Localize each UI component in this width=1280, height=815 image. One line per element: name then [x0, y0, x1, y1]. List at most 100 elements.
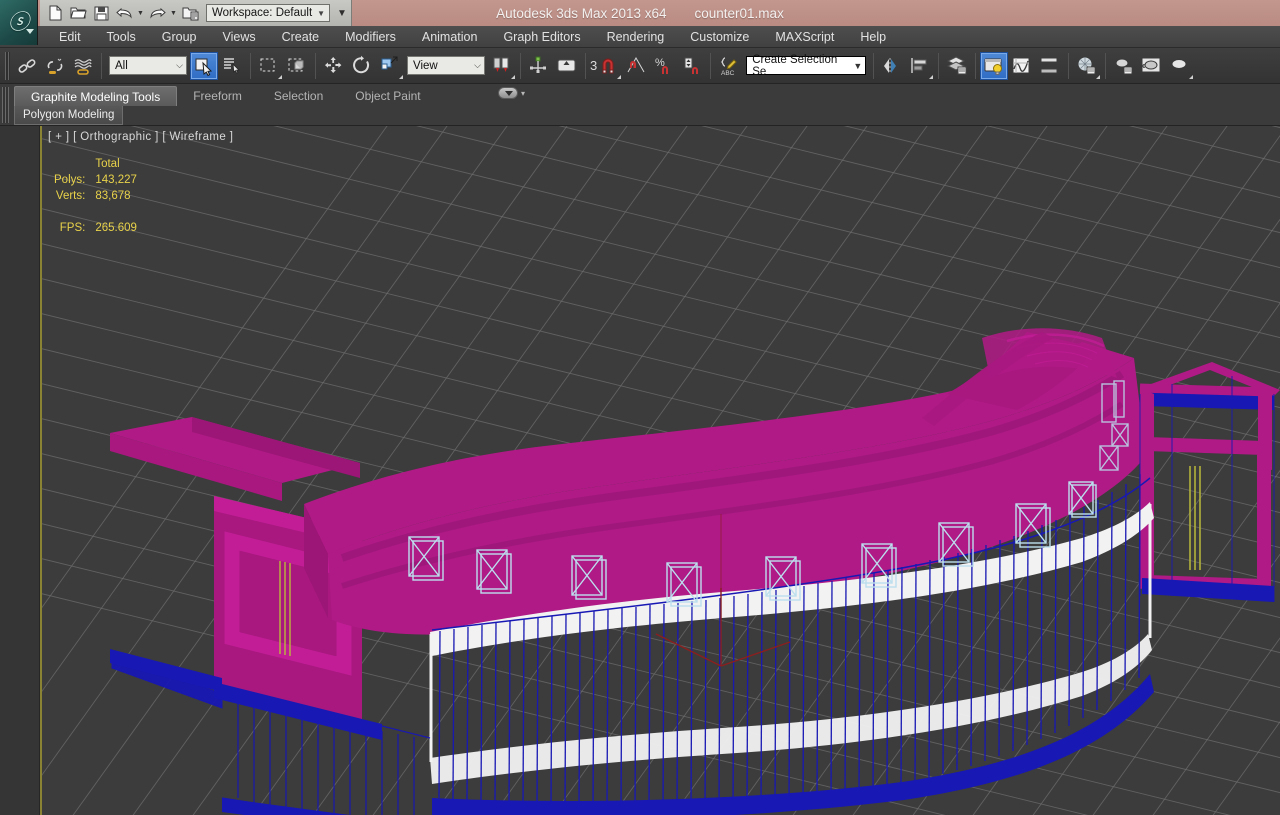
undo-history-dropdown[interactable]: ▼ [136, 2, 145, 24]
redo-button[interactable] [146, 2, 168, 24]
viewport-orthographic[interactable]: [ + ] [ Orthographic ] [ Wireframe ] Tot… [40, 126, 1280, 815]
selection-filter-dropdown[interactable]: All ⌵ [109, 56, 187, 75]
tab-selection[interactable]: Selection [258, 86, 339, 106]
viewport-label[interactable]: [ + ] [ Orthographic ] [ Wireframe ] [48, 131, 233, 143]
ribbon-panel-polygon-modeling[interactable]: Polygon Modeling [14, 106, 123, 125]
workspace-more-button[interactable]: ▼ [337, 8, 347, 19]
menu-item-animation[interactable]: Animation [409, 28, 491, 46]
keyboard-shortcut-override-toggle[interactable] [553, 52, 581, 80]
toolbar-separator [101, 53, 102, 79]
application-title: Autodesk 3ds Max 2013 x64 [496, 6, 666, 21]
named-selection-set-dropdown[interactable]: Create Selection Se ▼ [746, 56, 866, 75]
selection-filter-value: All [115, 60, 128, 72]
select-by-name-button[interactable] [218, 52, 246, 80]
chevron-down-icon [26, 29, 34, 34]
select-and-scale-button[interactable] [376, 52, 404, 80]
set-project-folder-button[interactable] [179, 2, 201, 24]
flyout-corner-icon [511, 75, 515, 79]
layer-manager-button[interactable] [943, 52, 971, 80]
menu-item-create[interactable]: Create [269, 28, 333, 46]
left-command-gutter [0, 126, 40, 815]
redo-history-dropdown[interactable]: ▼ [169, 2, 178, 24]
new-file-button[interactable] [44, 2, 66, 24]
stats-header-total: Total [93, 156, 139, 172]
menu-item-rendering[interactable]: Rendering [594, 28, 678, 46]
select-and-link-button[interactable] [13, 52, 41, 80]
flyout-corner-icon [617, 75, 621, 79]
menu-item-edit[interactable]: Edit [46, 28, 94, 46]
ribbon-tab-strip: Graphite Modeling Tools Freeform Selecti… [14, 84, 437, 106]
save-file-button[interactable] [90, 2, 112, 24]
window-crossing-toggle-button[interactable] [283, 52, 311, 80]
stats-fps-value: 265.609 [93, 220, 139, 236]
open-file-button[interactable] [67, 2, 89, 24]
menu-item-views[interactable]: Views [209, 28, 268, 46]
chevron-down-icon[interactable]: ▾ [521, 89, 525, 98]
document-file-name: counter01.max [695, 6, 784, 21]
flyout-corner-icon [1096, 75, 1100, 79]
render-setup-button[interactable] [1110, 52, 1138, 80]
bind-to-space-warp-button[interactable] [69, 52, 97, 80]
snaps-toggle-button[interactable] [594, 52, 622, 80]
toolbar-separator [938, 53, 939, 79]
reference-coordinate-system-dropdown[interactable]: View ⌵ [407, 56, 485, 75]
menu-item-group[interactable]: Group [149, 28, 210, 46]
toolbar-separator [975, 53, 976, 79]
spinner-snap-toggle-button[interactable] [678, 52, 706, 80]
main-toolbar: All ⌵ View ⌵ [0, 48, 1280, 84]
unlink-selection-button[interactable] [41, 52, 69, 80]
reference-coordinate-system-value: View [413, 60, 438, 72]
quick-access-toolbar: ▼ ▼ Workspace: Default ▼ ▼ [40, 0, 352, 26]
select-and-manipulate-button[interactable] [525, 52, 553, 80]
mirror-button[interactable] [878, 52, 906, 80]
toggle-scene-explorer-button[interactable] [980, 52, 1008, 80]
toolbar-separator [710, 53, 711, 79]
menu-item-help[interactable]: Help [847, 28, 899, 46]
toolbar-separator [315, 53, 316, 79]
angle-snap-toggle-button[interactable] [622, 52, 650, 80]
application-menu-button[interactable]: ⓢ [0, 0, 38, 45]
toolbar-separator [585, 53, 586, 79]
percent-snap-toggle-button[interactable]: % [650, 52, 678, 80]
select-object-button[interactable] [190, 52, 218, 80]
flyout-corner-icon [929, 75, 933, 79]
named-selection-sets-button[interactable]: ABC [715, 52, 743, 80]
use-pivot-point-center-button[interactable] [488, 52, 516, 80]
chevron-down-icon: ▼ [317, 9, 327, 18]
tab-graphite-modeling-tools[interactable]: Graphite Modeling Tools [14, 86, 177, 106]
graphite-modeling-ribbon: Graphite Modeling Tools Freeform Selecti… [0, 84, 1280, 126]
toolbar-grip[interactable] [5, 52, 10, 80]
workspace-selector-value: Workspace: Default [212, 7, 312, 19]
flyout-corner-icon [1189, 75, 1193, 79]
align-button[interactable] [906, 52, 934, 80]
select-and-rotate-button[interactable] [348, 52, 376, 80]
menu-item-modifiers[interactable]: Modifiers [332, 28, 409, 46]
stats-verts-value: 83,678 [93, 188, 139, 204]
menu-item-graph-editors[interactable]: Graph Editors [490, 28, 593, 46]
3ds-max-window: Autodesk 3ds Max 2013 x64 counter01.max … [0, 0, 1280, 815]
rendered-frame-window-button[interactable] [1138, 52, 1166, 80]
material-editor-button[interactable] [1073, 52, 1101, 80]
undo-button[interactable] [113, 2, 135, 24]
tab-object-paint[interactable]: Object Paint [339, 86, 436, 106]
scene-model-counter[interactable] [42, 126, 1280, 815]
menu-item-customize[interactable]: Customize [677, 28, 762, 46]
schematic-view-button[interactable] [1036, 52, 1064, 80]
menu-item-maxscript[interactable]: MAXScript [762, 28, 847, 46]
ribbon-grip[interactable] [2, 87, 9, 123]
flyout-corner-icon [399, 75, 403, 79]
render-production-button[interactable] [1166, 52, 1194, 80]
rectangular-selection-region-button[interactable] [255, 52, 283, 80]
tab-freeform[interactable]: Freeform [177, 86, 258, 106]
menu-item-tools[interactable]: Tools [94, 28, 149, 46]
stats-polys-label: Polys: [52, 172, 93, 188]
toolbar-separator [1068, 53, 1069, 79]
viewport-statistics: Total Polys: 143,227 Verts: 83,678 FPS: … [52, 156, 139, 236]
ribbon-minimize-icon[interactable] [498, 87, 518, 99]
curve-editor-button[interactable] [1008, 52, 1036, 80]
toolbar-separator [250, 53, 251, 79]
stats-verts-label: Verts: [52, 188, 93, 204]
select-and-move-button[interactable] [320, 52, 348, 80]
workspace-selector[interactable]: Workspace: Default ▼ [206, 4, 330, 22]
chevron-down-icon: ⌵ [176, 60, 183, 71]
